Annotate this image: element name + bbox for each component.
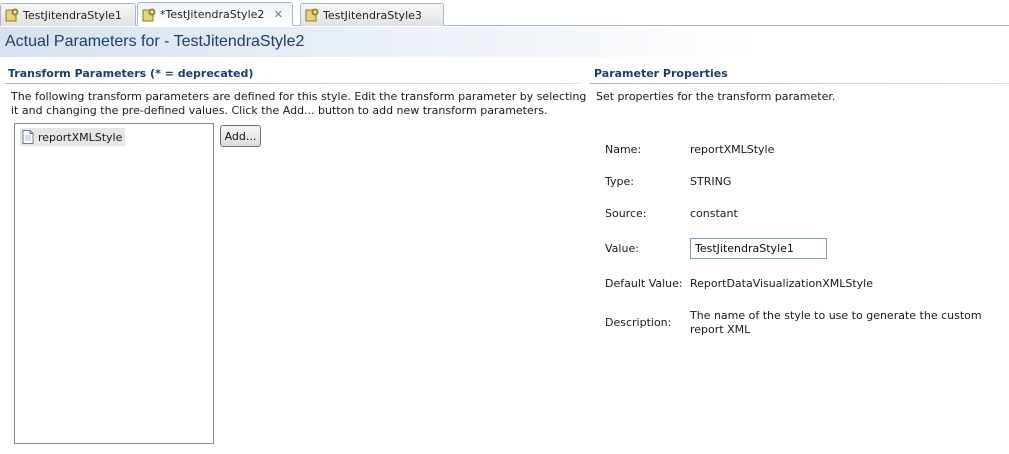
name-label: Name: bbox=[605, 143, 642, 156]
transform-params-description-line2: it and changing the pre-defined values. … bbox=[11, 104, 548, 117]
transform-params-description-line1: The following transform parameters are d… bbox=[11, 90, 587, 103]
tab-testjitendrastyle2[interactable]: *TestJitendraStyle2 ✕ bbox=[137, 2, 293, 26]
tab-testjitendrastyle3[interactable]: TestJitendraStyle3 bbox=[300, 3, 444, 26]
parameter-properties-section-title: Parameter Properties bbox=[594, 67, 728, 80]
form-header: Actual Parameters for - TestJitendraStyl… bbox=[0, 27, 1009, 57]
list-item[interactable]: reportXMLStyle bbox=[20, 128, 126, 146]
description-label: Description: bbox=[605, 316, 672, 329]
transform-parameters-section-title: Transform Parameters (* = deprecated) bbox=[8, 67, 254, 80]
default-value: ReportDataVisualizationXMLStyle bbox=[690, 277, 873, 290]
section-divider bbox=[590, 83, 1009, 84]
type-value: STRING bbox=[690, 175, 732, 188]
tab-label: TestJitendraStyle1 bbox=[23, 8, 122, 22]
value-label: Value: bbox=[605, 242, 639, 255]
description-value-line2: report XML bbox=[690, 323, 751, 336]
parameter-properties-description: Set properties for the transform paramet… bbox=[596, 90, 836, 103]
style-file-icon bbox=[5, 8, 19, 22]
tab-testjitendrastyle1[interactable]: TestJitendraStyle1 bbox=[0, 3, 136, 26]
close-icon[interactable]: ✕ bbox=[272, 8, 284, 21]
list-item-label: reportXMLStyle bbox=[38, 130, 123, 144]
editor-tab-bar: TestJitendraStyle1 *TestJitendraStyle2 ✕… bbox=[0, 0, 1009, 26]
tab-label: TestJitendraStyle3 bbox=[323, 8, 422, 22]
tab-label: *TestJitendraStyle2 bbox=[160, 8, 265, 21]
style-file-icon bbox=[305, 8, 319, 22]
default-value-label: Default Value: bbox=[605, 277, 683, 290]
section-divider bbox=[5, 83, 581, 84]
add-button[interactable]: Add... bbox=[220, 125, 261, 147]
transform-parameters-list[interactable]: reportXMLStyle bbox=[14, 123, 214, 444]
source-value: constant bbox=[690, 207, 738, 220]
document-icon bbox=[22, 130, 34, 144]
source-label: Source: bbox=[605, 207, 647, 220]
style-file-icon bbox=[142, 8, 156, 21]
description-value-line1: The name of the style to use to generate… bbox=[690, 309, 982, 322]
name-value: reportXMLStyle bbox=[690, 143, 775, 156]
value-field[interactable] bbox=[690, 238, 827, 259]
page-title: Actual Parameters for - TestJitendraStyl… bbox=[5, 33, 305, 50]
type-label: Type: bbox=[605, 175, 634, 188]
